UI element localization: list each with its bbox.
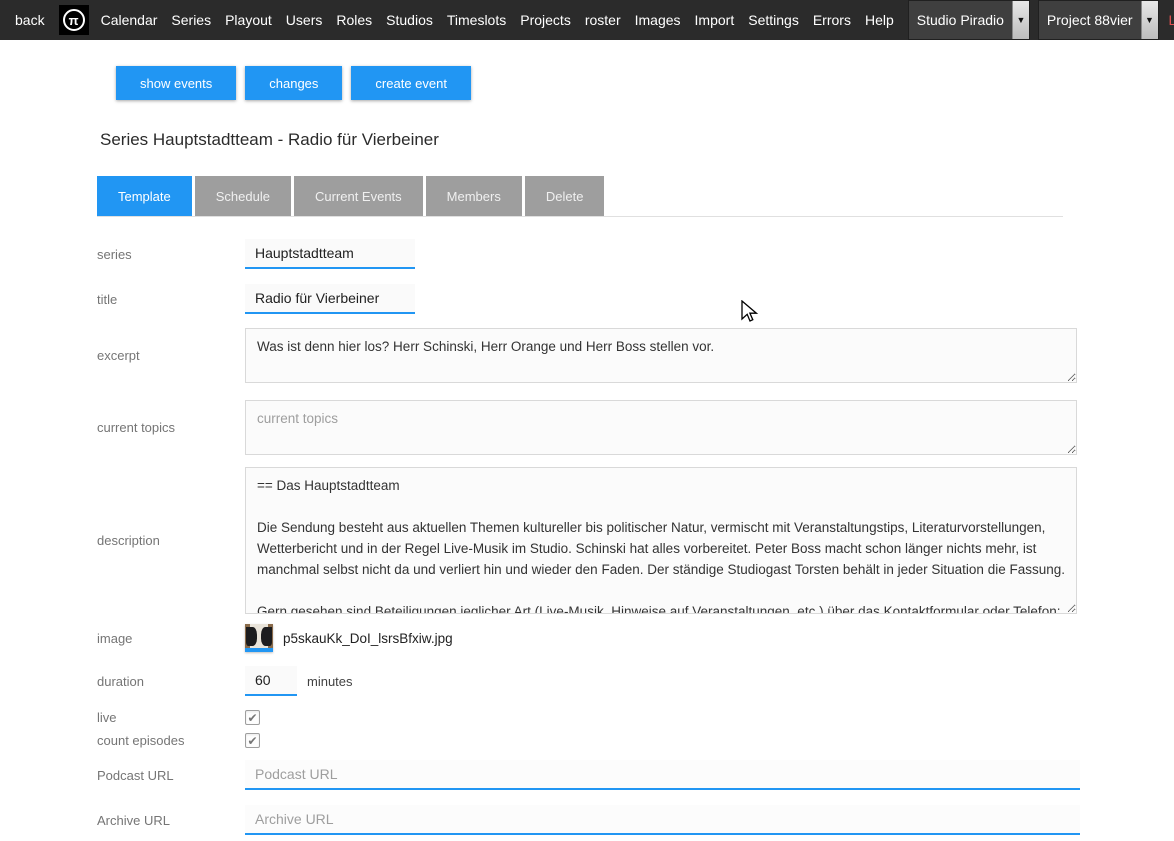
- description-label: description: [97, 533, 245, 548]
- chevron-down-icon[interactable]: ▼: [1012, 1, 1029, 39]
- image-row: image p5skauKk_DoI_lsrsBfxiw.jpg: [97, 624, 1080, 652]
- duration-row: duration minutes: [97, 666, 1080, 696]
- project-select-value: Project 88vier: [1039, 1, 1141, 39]
- nav-item-users[interactable]: Users: [286, 12, 323, 28]
- duration-label: duration: [97, 674, 245, 689]
- archive-url-row: Archive URL: [97, 805, 1080, 835]
- top-nav-bar: back π Calendar Series Playout Users Rol…: [0, 0, 1174, 40]
- studio-select[interactable]: Studio Piradio ▼: [908, 0, 1030, 40]
- show-events-button[interactable]: show events: [116, 66, 236, 100]
- piradio-logo-icon[interactable]: π: [59, 5, 89, 35]
- count-episodes-label: count episodes: [97, 733, 245, 748]
- nav-item-settings[interactable]: Settings: [748, 12, 799, 28]
- title-input[interactable]: [245, 284, 415, 314]
- nav-item-playout[interactable]: Playout: [225, 12, 272, 28]
- changes-button[interactable]: changes: [245, 66, 342, 100]
- check-icon: ✔: [247, 711, 257, 725]
- nav-item-help[interactable]: Help: [865, 12, 894, 28]
- tab-schedule[interactable]: Schedule: [195, 176, 291, 216]
- tab-current-events[interactable]: Current Events: [294, 176, 423, 216]
- description-row: description == Das Hauptstadtteam Die Se…: [97, 467, 1080, 614]
- podcast-url-row: Podcast URL: [97, 760, 1080, 790]
- current-topics-row: current topics: [97, 400, 1080, 455]
- create-event-button[interactable]: create event: [351, 66, 471, 100]
- check-icon: ✔: [247, 734, 257, 748]
- description-textarea[interactable]: == Das Hauptstadtteam Die Sendung besteh…: [245, 467, 1077, 614]
- nav-back-link[interactable]: back: [15, 12, 45, 28]
- series-label: series: [97, 247, 245, 262]
- nav-item-calendar[interactable]: Calendar: [101, 12, 158, 28]
- podcast-url-label: Podcast URL: [97, 768, 245, 783]
- count-episodes-checkbox[interactable]: ✔: [245, 733, 260, 748]
- count-episodes-row: count episodes ✔: [97, 733, 1080, 748]
- tab-template[interactable]: Template: [97, 176, 192, 216]
- tab-members[interactable]: Members: [426, 176, 522, 216]
- live-row: live ✔: [97, 710, 1080, 725]
- page-title: Series Hauptstadtteam - Radio für Vierbe…: [100, 130, 1174, 150]
- duration-unit-label: minutes: [307, 674, 353, 689]
- title-row: title: [97, 284, 1080, 314]
- nav-item-images[interactable]: Images: [635, 12, 681, 28]
- series-input[interactable]: [245, 239, 415, 269]
- studio-select-value: Studio Piradio: [909, 1, 1012, 39]
- excerpt-row: excerpt Was ist denn hier los? Herr Schi…: [97, 328, 1080, 383]
- current-topics-textarea[interactable]: [245, 400, 1077, 455]
- logout-link[interactable]: Logout: [1169, 12, 1174, 28]
- chevron-down-icon[interactable]: ▼: [1141, 1, 1158, 39]
- podcast-url-input[interactable]: [245, 760, 1080, 790]
- series-toolbar: show events changes create event: [116, 66, 1174, 100]
- pi-circle-icon: π: [63, 9, 85, 31]
- series-image-thumbnail[interactable]: [245, 624, 273, 652]
- tab-delete[interactable]: Delete: [525, 176, 605, 216]
- title-label: title: [97, 292, 245, 307]
- nav-item-errors[interactable]: Errors: [813, 12, 851, 28]
- series-row: series: [97, 239, 1080, 269]
- archive-url-input[interactable]: [245, 805, 1080, 835]
- series-template-form: series title excerpt Was ist denn hier l…: [97, 239, 1080, 835]
- archive-url-label: Archive URL: [97, 813, 245, 828]
- image-label: image: [97, 631, 245, 646]
- nav-item-roles[interactable]: Roles: [336, 12, 372, 28]
- nav-item-studios[interactable]: Studios: [386, 12, 433, 28]
- current-topics-label: current topics: [97, 420, 245, 435]
- live-checkbox[interactable]: ✔: [245, 710, 260, 725]
- nav-item-projects[interactable]: Projects: [520, 12, 571, 28]
- nav-item-series[interactable]: Series: [171, 12, 211, 28]
- nav-item-roster[interactable]: roster: [585, 12, 621, 28]
- nav-item-import[interactable]: Import: [695, 12, 735, 28]
- nav-item-timeslots[interactable]: Timeslots: [447, 12, 506, 28]
- excerpt-label: excerpt: [97, 348, 245, 363]
- tab-bar: Template Schedule Current Events Members…: [97, 176, 1063, 217]
- live-label: live: [97, 710, 245, 725]
- project-select[interactable]: Project 88vier ▼: [1038, 0, 1159, 40]
- image-filename: p5skauKk_DoI_lsrsBfxiw.jpg: [283, 631, 453, 646]
- excerpt-textarea[interactable]: Was ist denn hier los? Herr Schinski, He…: [245, 328, 1077, 383]
- duration-input[interactable]: [245, 666, 297, 696]
